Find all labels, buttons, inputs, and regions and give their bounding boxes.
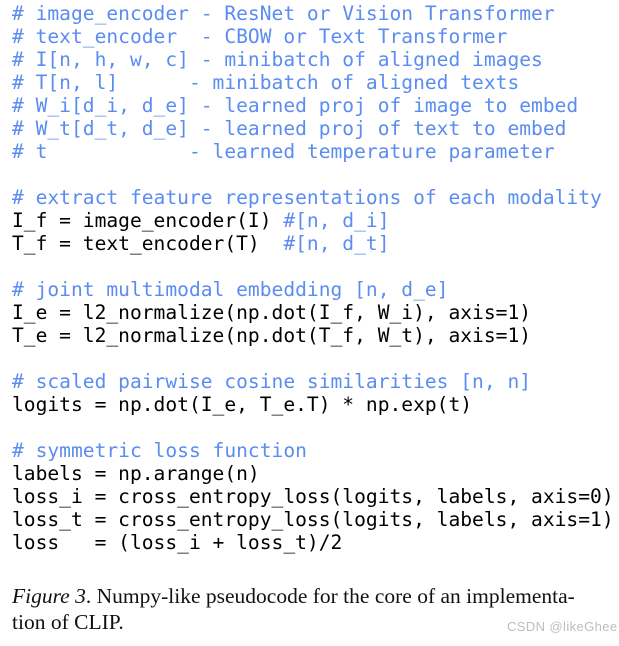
code-line: # scaled pairwise cosine similarities [n…: [12, 370, 532, 393]
code-line: # symmetric loss function: [12, 439, 307, 462]
code-line: logits = np.dot(I_e, T_e.T) * np.exp(t): [12, 393, 473, 416]
inline-comment-text: #[n, d_i]: [283, 209, 390, 232]
figure-caption-label: Figure 3: [12, 584, 86, 608]
code-line: # extract feature representations of eac…: [12, 186, 602, 209]
code-line: # text_encoder - CBOW or Text Transforme…: [12, 25, 508, 48]
pseudocode-block: # image_encoder - ResNet or Vision Trans…: [12, 2, 614, 554]
code-line: T_f = text_encoder(T) #[n, d_t]: [12, 232, 612, 255]
figure-caption-line-1: Numpy-like pseudocode for the core of an…: [96, 584, 575, 608]
code-line: loss_t = cross_entropy_loss(logits, labe…: [12, 508, 614, 531]
code-line: # I[n, h, w, c] - minibatch of aligned i…: [12, 48, 543, 71]
code-line: # W_i[d_i, d_e] - learned proj of image …: [12, 94, 579, 117]
figure-caption-label-suffix: .: [85, 584, 97, 608]
code-line: # W_t[d_t, d_e] - learned proj of text t…: [12, 117, 567, 140]
code-line: loss_i = cross_entropy_loss(logits, labe…: [12, 485, 614, 508]
code-line: I_e = l2_normalize(np.dot(I_f, W_i), axi…: [12, 301, 532, 324]
code-line: # T[n, l] - minibatch of aligned texts: [12, 71, 520, 94]
figure-container: # image_encoder - ResNet or Vision Trans…: [0, 0, 619, 646]
code-line: labels = np.arange(n): [12, 462, 260, 485]
code-line: T_e = l2_normalize(np.dot(T_f, W_t), axi…: [12, 324, 532, 347]
code-text: I_f = image_encoder(I): [12, 209, 284, 232]
inline-comment-text: #[n, d_t]: [283, 232, 390, 255]
code-line: # joint multimodal embedding [n, d_e]: [12, 278, 449, 301]
code-line: I_f = image_encoder(I) #[n, d_i]: [12, 209, 612, 232]
code-line: # image_encoder - ResNet or Vision Trans…: [12, 2, 555, 25]
watermark-text: CSDN @likeGhee: [507, 619, 618, 634]
code-line: # t - learned temperature parameter: [12, 140, 555, 163]
code-line: loss = (loss_i + loss_t)/2: [12, 531, 343, 554]
code-text: T_f = text_encoder(T): [12, 232, 284, 255]
